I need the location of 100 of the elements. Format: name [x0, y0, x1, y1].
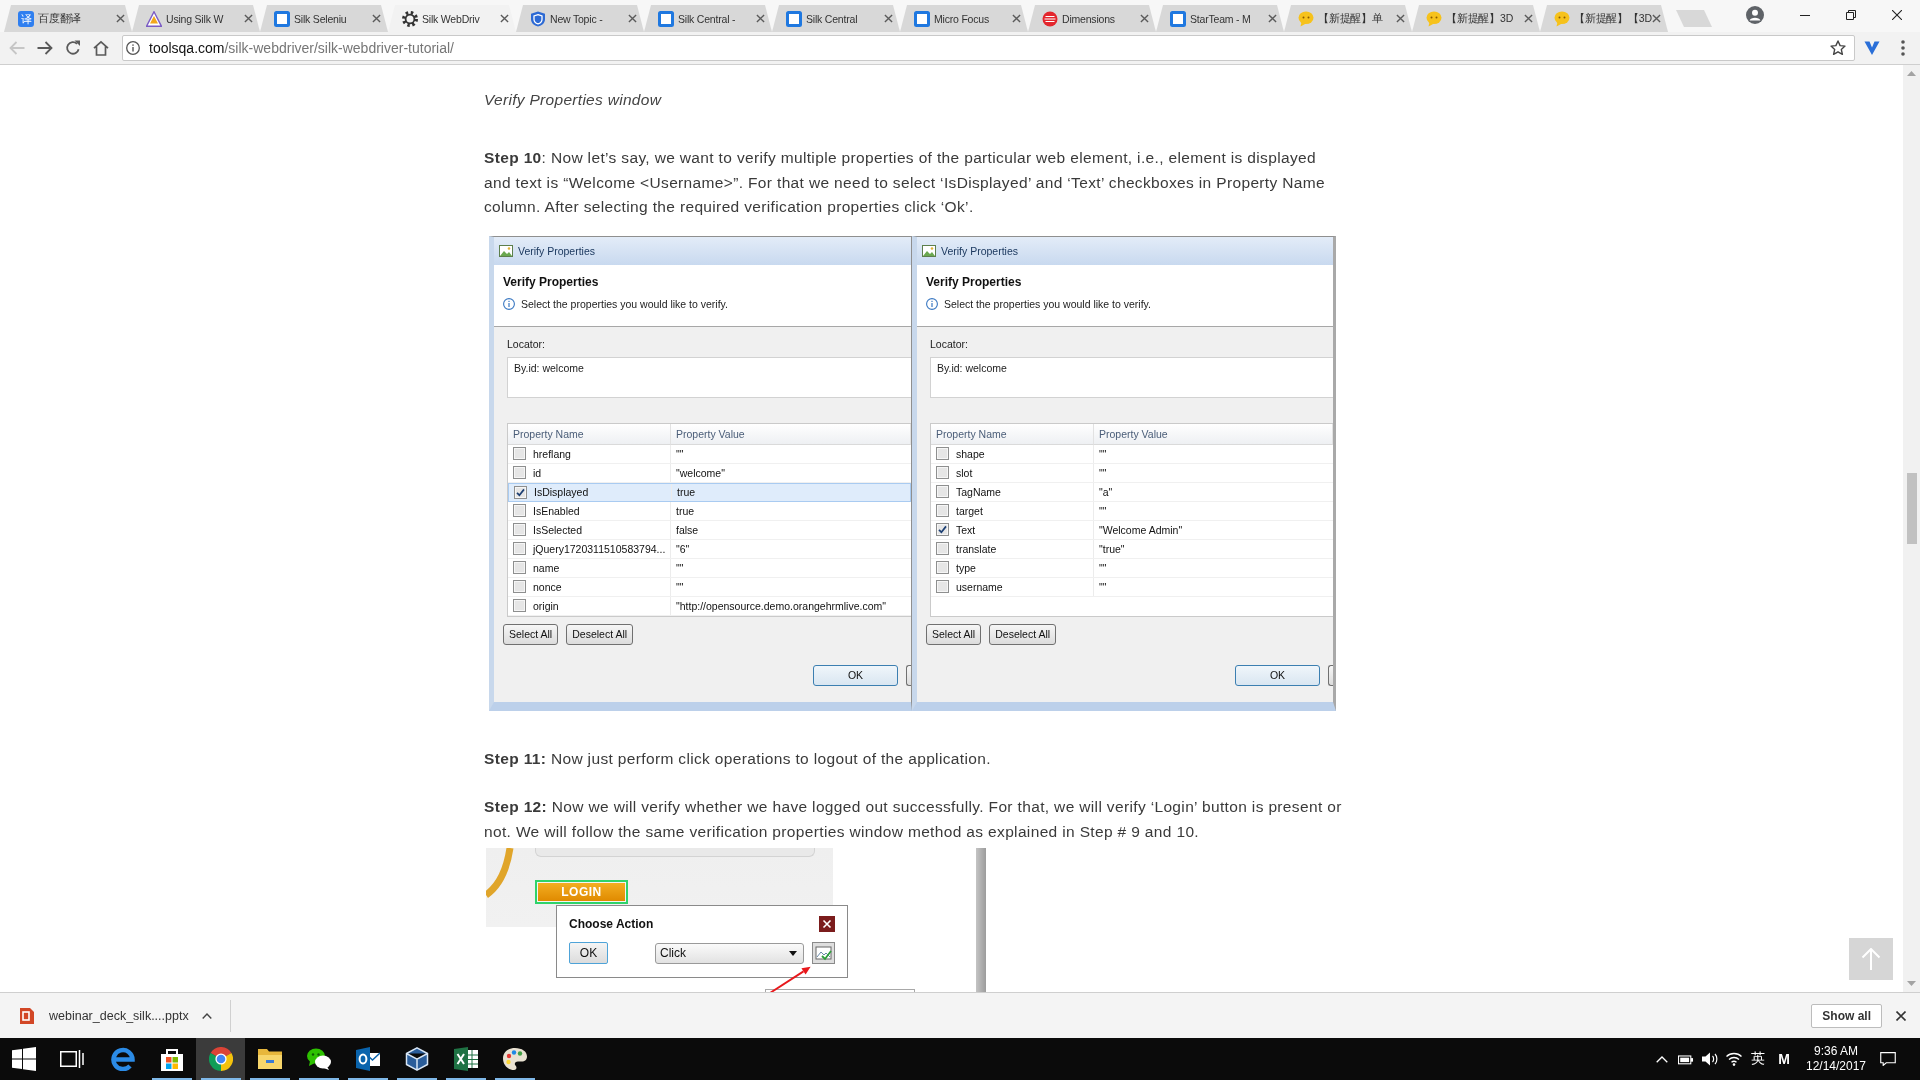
scrollbar-thumb[interactable]: [1906, 473, 1917, 544]
table-cell: origin: [533, 599, 559, 612]
browser-tab[interactable]: Dimensions: [1028, 5, 1156, 32]
ok-button[interactable]: OK: [569, 942, 608, 964]
column-header[interactable]: Property Name: [931, 423, 1094, 445]
task-view-icon[interactable]: [60, 1049, 84, 1069]
browser-tab[interactable]: 【新提醒】3D: [1412, 5, 1540, 32]
ok-button[interactable]: OK: [813, 664, 898, 686]
checkbox[interactable]: [514, 485, 527, 499]
chevron-up-icon[interactable]: [201, 1012, 212, 1019]
browser-tab[interactable]: Silk Seleniu: [260, 5, 388, 32]
locator-field[interactable]: By.id: welcome: [930, 356, 1333, 398]
table-row[interactable]: id "welcome": [508, 463, 911, 483]
table-row[interactable]: nonce "": [508, 577, 911, 597]
table-row[interactable]: IsSelected false: [508, 520, 911, 540]
paragraph: Step 11: Now just perform click operations to logout of the application.: [484, 748, 992, 769]
table-row[interactable]: username "": [931, 577, 1333, 597]
checkbox[interactable]: [513, 561, 526, 574]
close-icon[interactable]: [1896, 1010, 1906, 1021]
close-icon[interactable]: [500, 14, 509, 23]
select-all-button[interactable]: Select All: [503, 623, 559, 645]
column-header[interactable]: Property Value: [671, 423, 911, 445]
home-icon[interactable]: [93, 40, 109, 56]
browser-tab[interactable]: 【新提醒】【3D: [1540, 5, 1668, 32]
forward-icon[interactable]: [37, 40, 53, 56]
browser-tab[interactable]: New Topic -: [516, 5, 644, 32]
reload-icon[interactable]: [65, 40, 81, 56]
notification-icon[interactable]: [1880, 1052, 1896, 1066]
partial-button[interactable]: [1328, 664, 1333, 686]
input-field[interactable]: [535, 848, 815, 857]
table-row[interactable]: origin "http://opensource.demo.orangehrmlive.com": [508, 596, 911, 616]
checkbox[interactable]: [936, 466, 949, 479]
checkbox[interactable]: [936, 580, 949, 593]
table-row[interactable]: target "": [931, 501, 1333, 521]
table-row[interactable]: jQuery1720311510583794... "6": [508, 539, 911, 559]
table-row[interactable]: TagName "a": [931, 482, 1333, 502]
close-icon[interactable]: [819, 916, 835, 932]
table-row[interactable]: hreflang "": [508, 444, 911, 464]
browser-tab[interactable]: 【新提醒】单: [1284, 5, 1412, 32]
checkbox[interactable]: [936, 561, 949, 574]
action-dropdown[interactable]: Click: [655, 942, 804, 964]
minimize-icon[interactable]: [1800, 14, 1810, 16]
start-icon[interactable]: [12, 1047, 36, 1071]
speaker-icon[interactable]: [1702, 1052, 1718, 1066]
picture-check-icon[interactable]: [812, 942, 835, 964]
checkbox[interactable]: [513, 523, 526, 536]
browser-tab[interactable]: Micro Focus: [900, 5, 1028, 32]
show-all-button[interactable]: Show all: [1811, 1003, 1882, 1028]
browser-tab[interactable]: Using Silk W: [132, 5, 260, 32]
deselect-all-button[interactable]: Deselect All: [989, 623, 1057, 645]
table-row[interactable]: name "": [508, 558, 911, 578]
checkbox[interactable]: [936, 485, 949, 498]
square-icon: [786, 10, 802, 27]
deselect-all-button[interactable]: Deselect All: [566, 623, 634, 645]
checkbox[interactable]: [513, 542, 526, 555]
table-row[interactable]: IsEnabled true: [508, 501, 911, 521]
spreadsheet-icon: [453, 1047, 478, 1071]
browser-tab[interactable]: Silk Central: [772, 5, 900, 32]
ok-button[interactable]: OK: [1235, 664, 1320, 686]
download-item[interactable]: webinar_deck_silk....pptx: [0, 993, 189, 1038]
table-cell: TagName: [956, 485, 1001, 498]
checkbox[interactable]: [513, 580, 526, 593]
locator-field[interactable]: By.id: welcome: [507, 356, 911, 398]
star-icon[interactable]: [1830, 40, 1846, 56]
table-row[interactable]: translate "true": [931, 539, 1333, 559]
checkbox[interactable]: [513, 466, 526, 479]
close-icon[interactable]: [1892, 10, 1902, 20]
taskbar-button[interactable]: [196, 1038, 245, 1080]
v-shape-icon[interactable]: [1864, 40, 1880, 56]
checkbox[interactable]: [513, 504, 526, 517]
checkbox[interactable]: [936, 504, 949, 517]
table-row[interactable]: type "": [931, 558, 1333, 578]
checkbox[interactable]: [936, 523, 949, 536]
table-row[interactable]: Text "Welcome Admin": [931, 520, 1333, 540]
address-field[interactable]: toolsqa.com/silk-webdriver/silk-webdriver-tutorial/: [122, 35, 1855, 61]
partial-button[interactable]: [906, 664, 911, 686]
browser-tab[interactable]: 译 百度翻译: [4, 5, 132, 32]
checkbox[interactable]: [513, 599, 526, 612]
checkbox[interactable]: [936, 542, 949, 555]
column-header[interactable]: Property Name: [508, 423, 671, 445]
input-method-indicator[interactable]: M: [1778, 1051, 1790, 1067]
restore-icon[interactable]: [1846, 10, 1856, 20]
select-all-button[interactable]: Select All: [926, 623, 982, 645]
clock[interactable]: 9:36 AM 12/14/2017: [1798, 1038, 1874, 1080]
table-cell-text: "welcome": [675, 465, 726, 481]
battery-icon[interactable]: [1678, 1052, 1694, 1066]
column-header[interactable]: Property Value: [1094, 423, 1333, 445]
language-indicator[interactable]: 英: [1751, 1050, 1765, 1068]
profile-icon[interactable]: [1746, 6, 1764, 24]
checkbox[interactable]: [513, 447, 526, 460]
scrollbar[interactable]: [1903, 65, 1920, 992]
browser-tab[interactable]: StarTeam - M: [1156, 5, 1284, 32]
wifi-icon[interactable]: [1726, 1052, 1742, 1066]
browser-tab[interactable]: Silk Central -: [644, 5, 772, 32]
browser-tab[interactable]: Silk WebDriv: [388, 5, 516, 32]
table-row[interactable]: slot "": [931, 463, 1333, 483]
info-icon[interactable]: [126, 41, 140, 55]
menu-icon[interactable]: [1901, 40, 1905, 56]
checkbox[interactable]: [936, 447, 949, 460]
table-row[interactable]: shape "": [931, 444, 1333, 464]
